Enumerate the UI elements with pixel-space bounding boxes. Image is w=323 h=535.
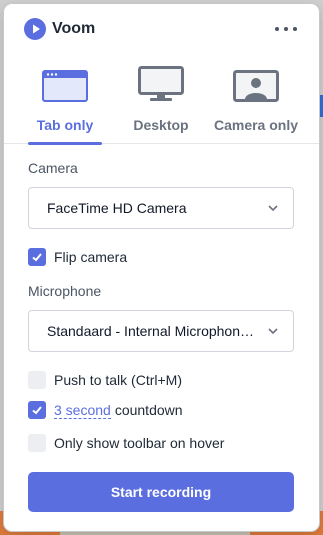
push-to-talk-checkbox[interactable] [28, 371, 46, 389]
camera-select-value: FaceTime HD Camera [47, 200, 187, 216]
monitor-icon [138, 62, 184, 102]
countdown-checkbox[interactable] [28, 401, 46, 419]
countdown-duration-link[interactable]: 3 second [54, 402, 111, 419]
tab-tab-only[interactable]: Tab only [22, 62, 108, 145]
chevron-down-icon [268, 205, 278, 212]
push-to-talk-label: Push to talk (Ctrl+M) [54, 372, 182, 388]
microphone-label: Microphone [28, 283, 102, 299]
tab-desktop[interactable]: Desktop [125, 62, 197, 144]
check-icon [32, 253, 42, 262]
push-to-talk-option[interactable]: Push to talk (Ctrl+M) [28, 370, 182, 390]
tab-label: Tab only [36, 117, 94, 133]
flip-camera-option[interactable]: Flip camera [28, 247, 127, 267]
toolbar-hover-option[interactable]: Only show toolbar on hover [28, 433, 224, 453]
start-recording-button[interactable]: Start recording [28, 472, 294, 512]
tab-label: Desktop [133, 117, 189, 133]
browser-tab-icon [42, 62, 88, 102]
background-tab-edge [319, 95, 323, 117]
active-tab-indicator [28, 142, 102, 145]
more-options-icon[interactable] [275, 20, 297, 38]
microphone-select-value: Standaard - Internal Microphone (Built-i… [47, 323, 294, 339]
camera-user-icon [233, 62, 279, 102]
voom-logo-icon [24, 18, 46, 40]
chevron-down-icon [268, 328, 278, 335]
popup-header: Voom [4, 4, 319, 56]
countdown-label: countdown [114, 402, 183, 418]
app-title: Voom [52, 20, 96, 37]
tab-label: Camera only [213, 117, 299, 133]
tab-camera-only[interactable]: Camera only [211, 62, 301, 144]
camera-label: Camera [28, 160, 78, 176]
voom-popup: Voom Tab only Desktop Camera only Camera… [4, 4, 319, 531]
camera-select[interactable]: FaceTime HD Camera [28, 187, 294, 229]
flip-camera-checkbox[interactable] [28, 248, 46, 266]
check-icon [32, 406, 42, 415]
microphone-select[interactable]: Standaard - Internal Microphone (Built-i… [28, 310, 294, 352]
recording-mode-tabs: Tab only Desktop Camera only [4, 62, 319, 145]
toolbar-hover-label: Only show toolbar on hover [54, 435, 225, 451]
flip-camera-label: Flip camera [54, 249, 128, 265]
toolbar-hover-checkbox[interactable] [28, 434, 46, 452]
countdown-option[interactable]: 3 second countdown [28, 400, 183, 420]
